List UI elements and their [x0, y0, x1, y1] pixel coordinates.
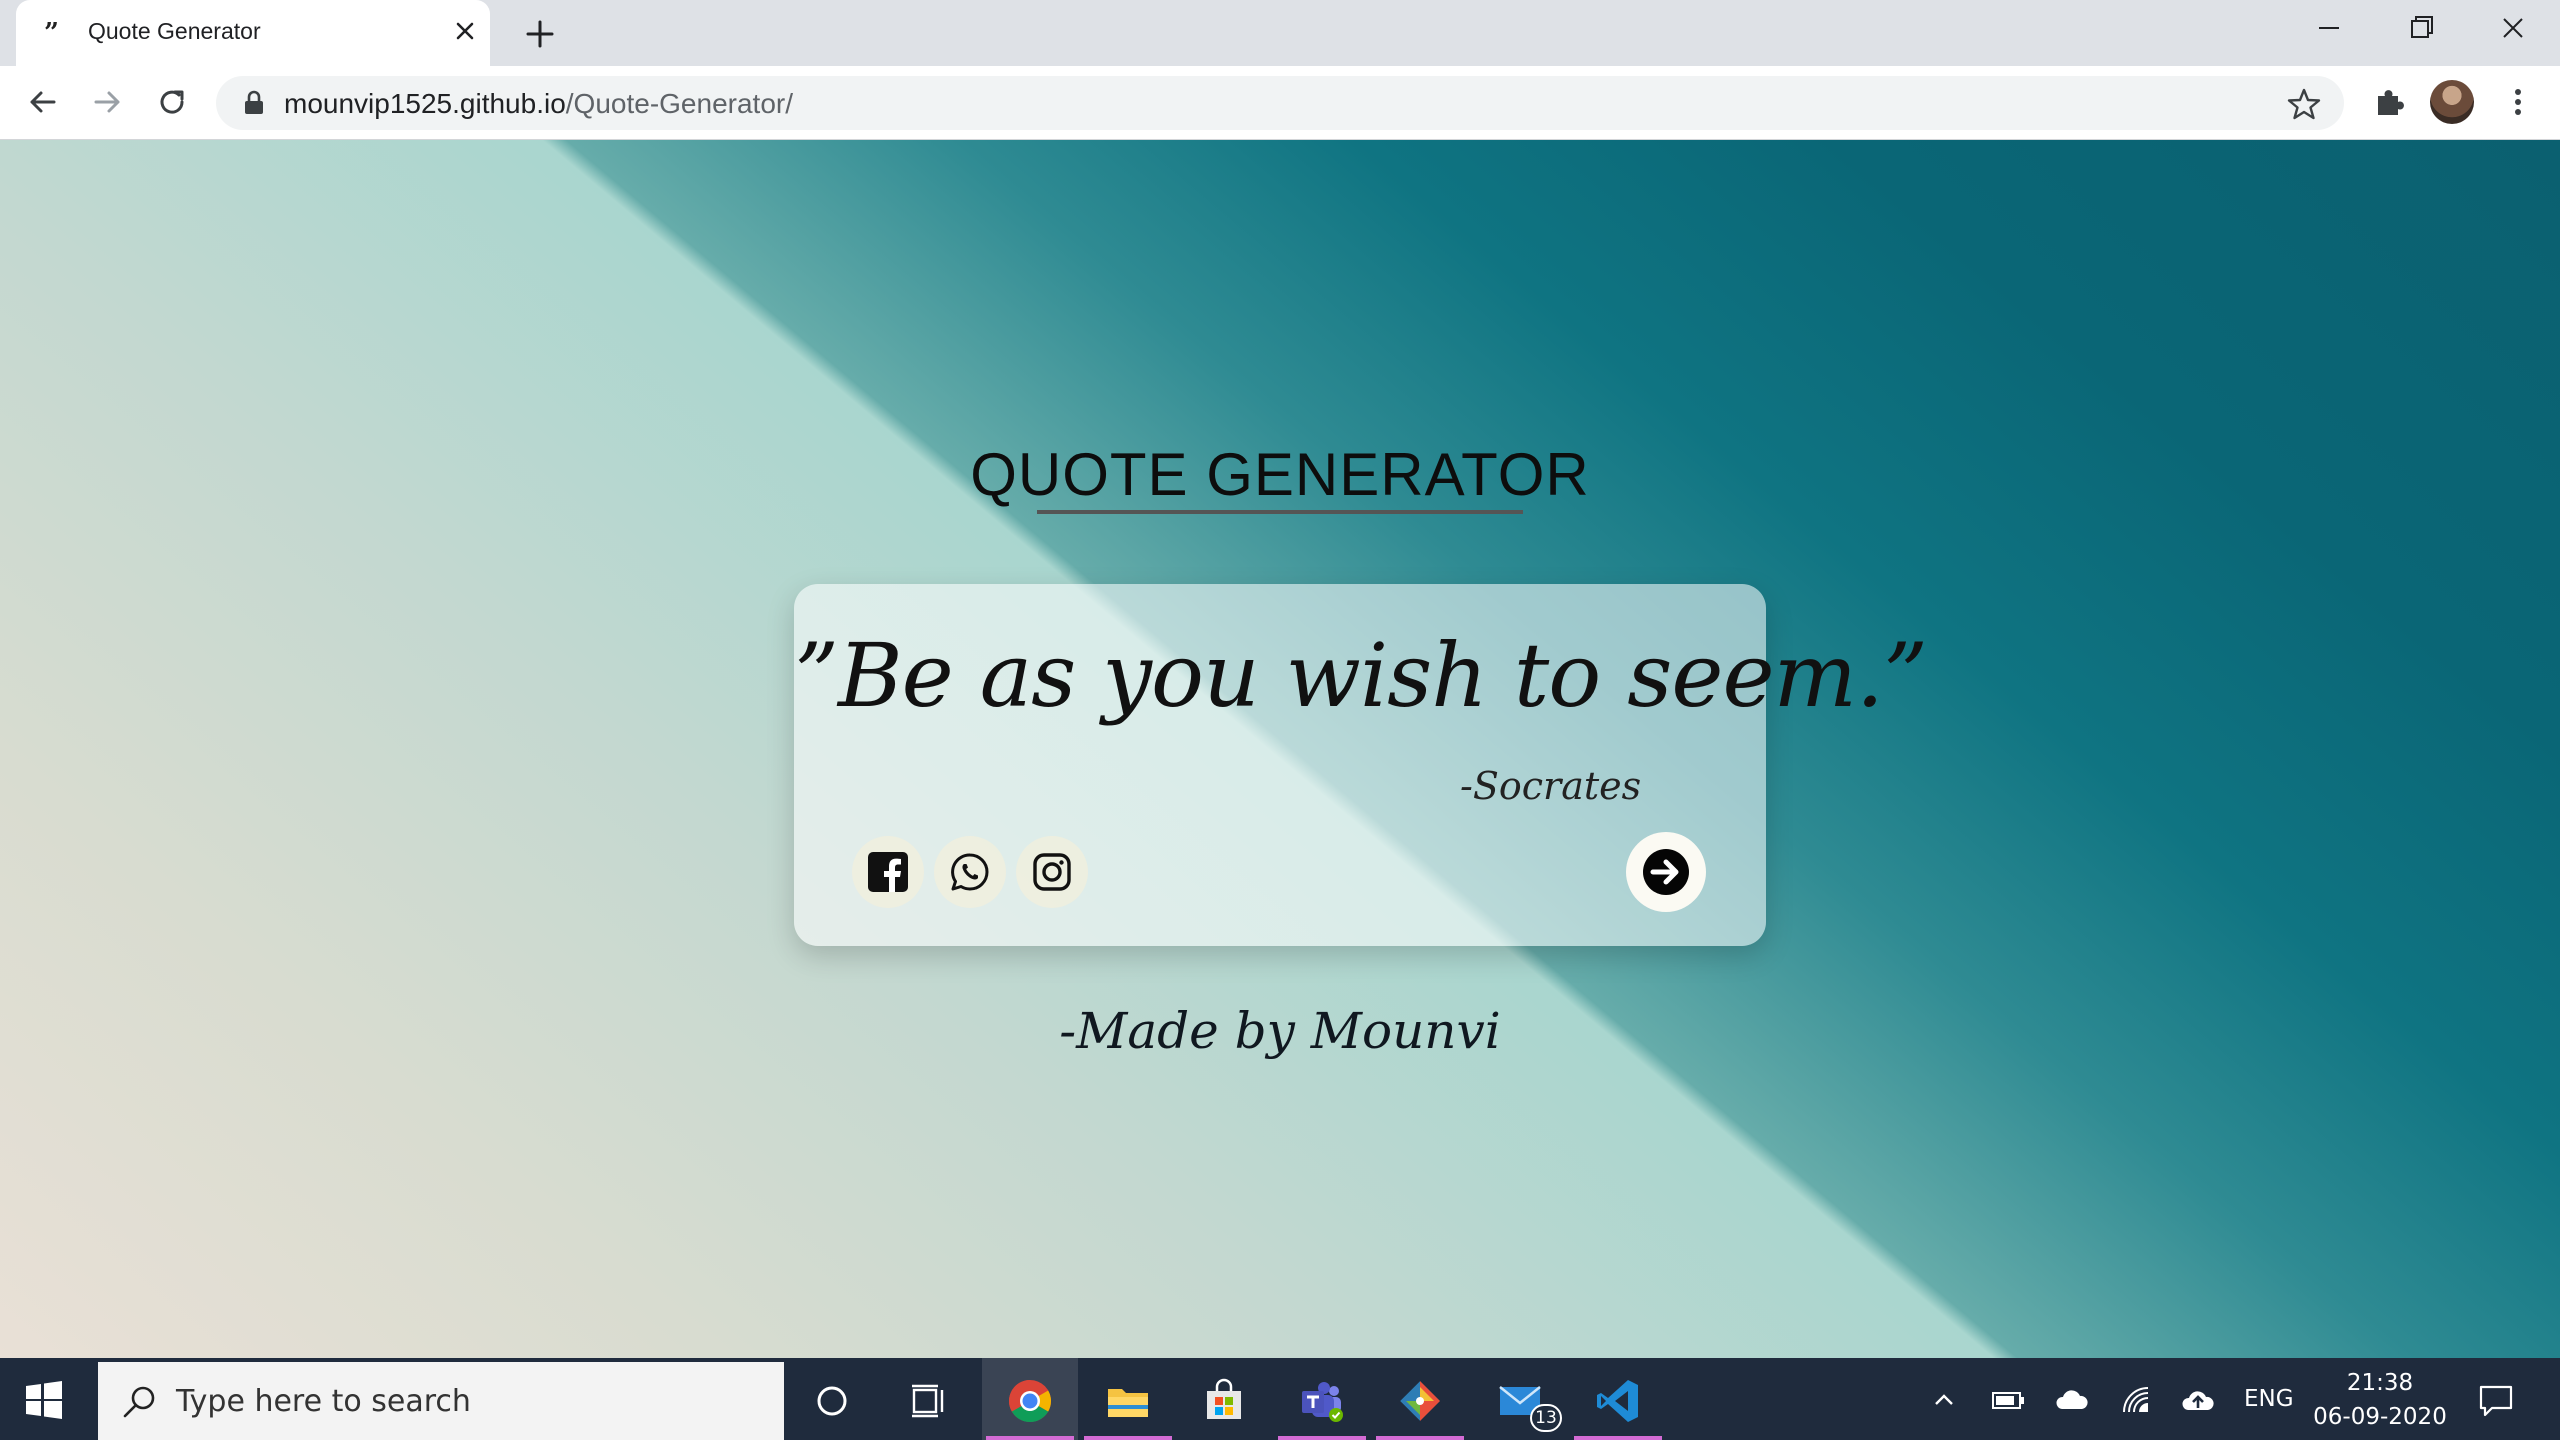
mail-badge: 13 — [1530, 1404, 1562, 1432]
next-quote-button[interactable] — [1626, 832, 1706, 912]
browser-toolbar: mounvip1525.github.io/Quote-Generator/ — [0, 66, 2560, 140]
taskbar-task-view[interactable] — [880, 1358, 976, 1440]
quote-text: ”Be as you wish to seem.” — [794, 624, 1928, 727]
open-indicator — [1084, 1436, 1172, 1440]
reload-icon[interactable] — [152, 82, 192, 122]
back-arrow-icon[interactable] — [22, 82, 62, 122]
new-tab-icon[interactable] — [520, 14, 560, 54]
title-underline — [1037, 510, 1523, 514]
git-icon — [1400, 1381, 1440, 1421]
facebook-share-button[interactable] — [852, 836, 924, 908]
cloud-upload-icon[interactable] — [2180, 1382, 2216, 1418]
restore-icon[interactable] — [2396, 8, 2446, 48]
vscode-icon — [1597, 1380, 1638, 1422]
windows-start-icon[interactable] — [24, 1380, 64, 1420]
taskbar-chrome[interactable] — [982, 1358, 1078, 1440]
url-host: mounvip1525.github.io — [284, 88, 566, 119]
onedrive-cloud-icon[interactable] — [2054, 1382, 2090, 1418]
page-content: QUOTE GENERATOR ”Be as you wish to seem.… — [0, 140, 2560, 1358]
lock-icon[interactable] — [242, 90, 266, 116]
extensions-puzzle-icon[interactable] — [2370, 82, 2410, 122]
active-indicator — [986, 1436, 1074, 1440]
taskbar-microsoft-store[interactable] — [1176, 1358, 1272, 1440]
notifications-icon[interactable] — [2476, 1380, 2516, 1420]
taskbar-git[interactable] — [1372, 1358, 1468, 1440]
address-bar[interactable]: mounvip1525.github.io/Quote-Generator/ — [216, 76, 2344, 130]
microsoft-store-icon — [1207, 1378, 1241, 1419]
windows-taskbar: Type here to search 13 ENG 21:38 06-09-2… — [0, 1358, 2560, 1440]
search-placeholder: Type here to search — [176, 1384, 471, 1419]
facebook-icon — [868, 852, 908, 892]
taskbar-file-explorer[interactable] — [1080, 1358, 1176, 1440]
profile-avatar[interactable] — [2430, 80, 2474, 124]
clock-date: 06-09-2020 — [2313, 1404, 2447, 1430]
taskbar-teams[interactable] — [1274, 1358, 1370, 1440]
minimize-icon[interactable] — [2304, 8, 2354, 48]
chrome-icon — [1008, 1380, 1052, 1423]
whatsapp-share-button[interactable] — [934, 836, 1006, 908]
close-window-icon[interactable] — [2488, 8, 2538, 48]
whatsapp-icon — [951, 853, 989, 891]
forward-arrow-icon[interactable] — [88, 82, 128, 122]
file-explorer-icon — [1108, 1389, 1148, 1417]
show-hidden-icons-chevron-icon[interactable] — [1926, 1382, 1962, 1418]
input-language[interactable]: ENG — [2244, 1386, 2294, 1412]
url-path: /Quote-Generator/ — [565, 88, 793, 119]
quote-favicon-icon: ” — [44, 18, 59, 48]
quote-card: ”Be as you wish to seem.” -Socrates — [794, 584, 1928, 946]
task-view-icon — [912, 1384, 944, 1418]
cortana-icon — [817, 1386, 847, 1416]
browser-tab-bar: ” Quote Generator — [0, 0, 2560, 66]
open-indicator — [1574, 1436, 1662, 1440]
taskbar-search-box[interactable]: Type here to search — [98, 1362, 784, 1440]
url-text: mounvip1525.github.io/Quote-Generator/ — [284, 88, 793, 120]
search-icon — [123, 1386, 155, 1418]
battery-icon[interactable] — [1990, 1382, 2026, 1418]
page-title: QUOTE GENERATOR — [970, 441, 1590, 508]
menu-kebab-icon[interactable] — [2498, 82, 2538, 122]
taskbar-clock[interactable]: 21:38 06-09-2020 — [2300, 1366, 2460, 1434]
clock-time: 21:38 — [2346, 1370, 2414, 1396]
browser-tab[interactable]: ” Quote Generator — [16, 0, 490, 66]
quote-author: -Socrates — [1460, 764, 1642, 808]
bookmark-star-icon[interactable] — [2286, 86, 2322, 122]
instagram-share-button[interactable] — [1016, 836, 1088, 908]
taskbar-cortana[interactable] — [784, 1358, 880, 1440]
made-by-credit: -Made by Mounvi — [1059, 1002, 1501, 1060]
wifi-icon[interactable] — [2118, 1382, 2154, 1418]
taskbar-vscode[interactable] — [1570, 1358, 1666, 1440]
close-tab-icon[interactable] — [448, 14, 482, 48]
tab-title: Quote Generator — [88, 18, 261, 44]
instagram-icon — [1033, 853, 1071, 891]
taskbar-mail[interactable]: 13 — [1472, 1358, 1568, 1440]
arrow-right-circle-icon — [1643, 849, 1689, 895]
open-indicator — [1376, 1436, 1464, 1440]
teams-icon — [1302, 1382, 1343, 1422]
open-indicator — [1278, 1436, 1366, 1440]
